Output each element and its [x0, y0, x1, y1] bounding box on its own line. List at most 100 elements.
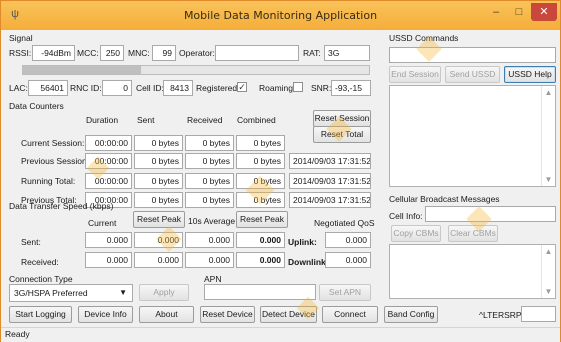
counter-combined-field: 0 bytes	[236, 153, 285, 169]
rat-field: 3G	[324, 45, 370, 61]
roaming-label: Roaming:	[259, 83, 296, 93]
maximize-button[interactable]: □	[508, 3, 530, 21]
chevron-down-icon: ▼	[119, 288, 127, 297]
ussd-help-button[interactable]: USSD Help	[504, 66, 556, 83]
close-button[interactable]: ✕	[531, 3, 557, 21]
qos-header: Negotiated QoS	[314, 218, 375, 228]
ussd-input[interactable]	[389, 47, 556, 63]
roaming-checkbox[interactable]	[293, 82, 303, 92]
end-session-button[interactable]: End Session	[389, 66, 441, 83]
counter-duration-field: 00:00:00	[85, 153, 132, 169]
counter-row-label: Running Total:	[21, 176, 76, 186]
counter-sent-field: 0 bytes	[134, 135, 183, 151]
reset-peak-button-1[interactable]: Reset Peak	[133, 211, 185, 228]
scroll-down-icon[interactable]: ▼	[542, 175, 555, 184]
mcc-label: MCC:	[77, 48, 99, 58]
current-header: Current	[88, 218, 117, 228]
reset-session-button[interactable]: Reset Session	[313, 110, 371, 127]
signal-group-label: Signal	[9, 33, 33, 43]
status-bar: Ready	[1, 327, 560, 342]
scroll-up-icon[interactable]: ▲	[542, 247, 555, 256]
counter-combined-field: 0 bytes	[236, 135, 285, 151]
counter-row-label: Current Session:	[21, 138, 85, 148]
mcc-field: 250	[100, 45, 124, 61]
rssi-label: RSSI:	[9, 48, 32, 58]
cbm-list[interactable]: ▲ ▼	[389, 244, 556, 299]
cbm-group-label: Cellular Broadcast Messages	[389, 194, 500, 204]
counter-combined-field: 0 bytes	[236, 192, 285, 208]
operator-label: Operator:	[179, 48, 215, 58]
sent-current-field: 0.000	[85, 232, 132, 248]
registered-checkbox[interactable]: ✓	[237, 82, 247, 92]
sent-peak-field: 0.000	[134, 232, 183, 248]
apn-label: APN	[204, 274, 222, 284]
counter-combined-field: 0 bytes	[236, 173, 285, 189]
sent-header: Sent	[137, 115, 155, 125]
clear-cbms-button[interactable]: Clear CBMs	[448, 225, 498, 242]
reset-peak-button-2[interactable]: Reset Peak	[236, 211, 288, 228]
ussd-scrollbar[interactable]: ▲ ▼	[541, 86, 555, 186]
ussd-response-list[interactable]: ▲ ▼	[389, 85, 556, 187]
received-average-field: 0.000	[185, 252, 234, 268]
counter-timestamp-field: 2014/09/03 17:31:52	[289, 192, 371, 208]
mnc-field: 99	[152, 45, 176, 61]
received-average-peak-field: 0.000	[236, 252, 285, 268]
scroll-down-icon[interactable]: ▼	[542, 287, 555, 296]
rnc-field: 0	[102, 80, 132, 96]
duration-header: Duration	[86, 115, 119, 125]
received-peak-field: 0.000	[134, 252, 183, 268]
at-command-field	[521, 306, 556, 322]
cell-id-label: Cell ID:	[136, 83, 164, 93]
downlink-field: 0.000	[325, 252, 371, 268]
counter-received-field: 0 bytes	[185, 135, 234, 151]
device-info-button[interactable]: Device Info	[78, 306, 133, 323]
title-bar[interactable]: ψ Mobile Data Monitoring Application – □…	[1, 1, 560, 30]
counter-timestamp-field: 2014/09/03 17:31:52	[289, 153, 371, 169]
counter-timestamp-field: 2014/09/03 17:31:52	[289, 173, 371, 189]
cell-id-field: 8413	[163, 80, 193, 96]
apn-input[interactable]	[204, 284, 316, 300]
counter-sent-field: 0 bytes	[134, 153, 183, 169]
minimize-button[interactable]: –	[485, 3, 507, 21]
uplink-field: 0.000	[325, 232, 371, 248]
mnc-label: MNC:	[128, 48, 150, 58]
counter-duration-field: 00:00:00	[85, 135, 132, 151]
apply-button[interactable]: Apply	[139, 284, 189, 301]
cbm-scrollbar[interactable]: ▲ ▼	[541, 245, 555, 298]
combined-header: Combined	[237, 115, 276, 125]
speed-received-label: Received:	[21, 257, 59, 267]
signal-strength-fill	[23, 66, 141, 74]
band-config-button[interactable]: Band Config	[384, 306, 438, 323]
window-title: Mobile Data Monitoring Application	[183, 9, 378, 22]
send-ussd-button[interactable]: Send USSD	[445, 66, 500, 83]
speed-sent-label: Sent:	[21, 237, 41, 247]
connection-type-label: Connection Type	[9, 274, 73, 284]
connection-type-select[interactable]: 3G/HSPA Preferred ▼	[9, 284, 133, 302]
snr-field: -93,-15	[331, 80, 371, 96]
cell-info-label: Cell Info:	[389, 211, 423, 221]
connect-button[interactable]: Connect	[322, 306, 378, 323]
sent-average-peak-field: 0.000	[236, 232, 285, 248]
received-header: Received	[187, 115, 223, 125]
reset-device-button[interactable]: Reset Device	[200, 306, 255, 323]
cell-info-field	[425, 206, 556, 222]
counter-sent-field: 0 bytes	[134, 173, 183, 189]
registered-label: Registered:	[196, 83, 240, 93]
copy-cbms-button[interactable]: Copy CBMs	[391, 225, 441, 242]
lac-label: LAC:	[9, 83, 28, 93]
uplink-label: Uplink:	[288, 237, 317, 247]
reset-total-button[interactable]: Reset Total	[313, 126, 371, 143]
scroll-up-icon[interactable]: ▲	[542, 88, 555, 97]
about-button[interactable]: About	[139, 306, 194, 323]
counter-received-field: 0 bytes	[185, 173, 234, 189]
downlink-label: Downlink:	[288, 257, 329, 267]
status-text: Ready	[5, 329, 30, 339]
at-command-label: ^LTERSRP:	[479, 310, 524, 320]
operator-field	[215, 45, 299, 61]
set-apn-button[interactable]: Set APN	[319, 284, 371, 301]
received-current-field: 0.000	[85, 252, 132, 268]
detect-device-button[interactable]: Detect Device	[260, 306, 317, 323]
average-header: 10s Average	[188, 216, 236, 226]
start-logging-button[interactable]: Start Logging	[9, 306, 72, 323]
rnc-label: RNC ID:	[70, 83, 102, 93]
